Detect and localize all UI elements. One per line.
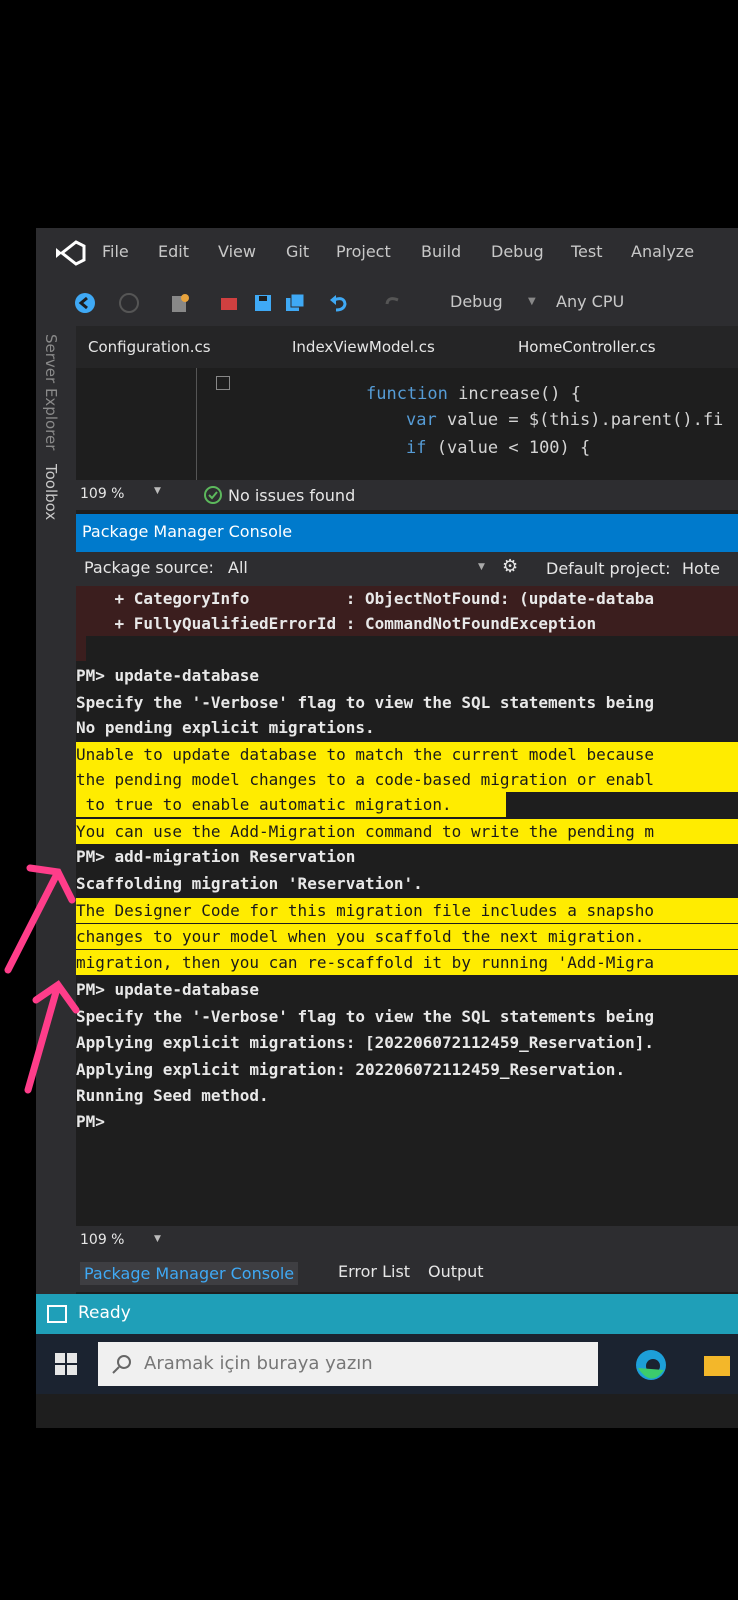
tab-homecontroller-cs[interactable]: HomeController.cs (518, 338, 656, 356)
package-manager-console-titlebar: Package Manager Console (76, 514, 738, 552)
console-warning-line: The Designer Code for this migration fil… (76, 898, 738, 923)
ready-status-icon (47, 1305, 67, 1323)
console-line: PM> update-database (76, 980, 260, 999)
console-warning-line: the pending model changes to a code-base… (76, 767, 738, 792)
menu-debug[interactable]: Debug (491, 242, 544, 261)
tab-indexviewmodel-cs[interactable]: IndexViewModel.cs (292, 338, 435, 356)
collapse-icon[interactable] (216, 376, 230, 390)
toolbar: Debug ▼ Any CPU (36, 280, 738, 326)
redo-icon[interactable] (382, 292, 404, 314)
code-text: (value < 100) { (426, 438, 591, 458)
check-circle-icon (204, 486, 222, 504)
console-warning-line: migration, then you can re-scaffold it b… (76, 950, 738, 975)
code-editor[interactable]: function increase() { var value = $(this… (76, 368, 738, 480)
visual-studio-window: File Edit View Git Project Build Debug T… (36, 228, 738, 1428)
console-warning-line: You can use the Add-Migration command to… (76, 819, 738, 844)
code-line-3: if (value < 100) { (406, 438, 590, 458)
chevron-down-icon: ▼ (154, 486, 161, 496)
console-warning-line: Unable to update database to match the c… (76, 742, 738, 767)
pmc-output[interactable]: + CategoryInfo : ObjectNotFound: (update… (76, 586, 738, 1226)
open-icon[interactable] (218, 292, 240, 314)
console-warning-line: changes to your model when you scaffold … (76, 924, 738, 949)
code-line-1: function increase() { (366, 384, 581, 404)
default-project-label: Default project: (546, 559, 671, 578)
editor-zoom-dropdown[interactable]: 109 % (80, 486, 124, 502)
back-icon[interactable] (74, 292, 96, 314)
pmc-title: Package Manager Console (82, 522, 293, 541)
menu-project[interactable]: Project (336, 242, 391, 261)
solution-configuration-dropdown[interactable]: Debug (450, 292, 503, 311)
console-line: PM> update-database (76, 666, 260, 685)
chevron-down-icon: ▼ (478, 562, 485, 572)
status-text: Ready (78, 1303, 131, 1323)
menu-view[interactable]: View (218, 242, 256, 261)
menu-bar: File Edit View Git Project Build Debug T… (36, 228, 738, 280)
issues-status[interactable]: No issues found (228, 486, 355, 505)
left-tool-strip: Server Explorer Toolbox (36, 326, 76, 1326)
search-icon (112, 1355, 131, 1374)
console-warning-line: to true to enable automatic migration. (76, 792, 506, 817)
pmc-toolbar: Package source: All ▼ ⚙ Default project:… (76, 552, 738, 586)
menu-git[interactable]: Git (286, 242, 309, 261)
console-line: PM> add-migration Reservation (76, 847, 356, 866)
visual-studio-logo-icon (56, 240, 86, 266)
console-line: Running Seed method. (76, 1086, 269, 1105)
console-line: Specify the '-Verbose' flag to view the … (76, 693, 654, 712)
chevron-down-icon: ▼ (154, 1234, 161, 1244)
document-tabs: Configuration.cs IndexViewModel.cs HomeC… (76, 326, 738, 368)
bottom-panel-tabs: Package Manager Console Error List Outpu… (76, 1256, 738, 1292)
console-line: No pending explicit migrations. (76, 718, 375, 737)
editor-margin (196, 368, 216, 480)
windows-start-icon[interactable] (54, 1352, 78, 1376)
console-line (76, 636, 86, 661)
console-line: Specify the '-Verbose' flag to view the … (76, 1007, 654, 1026)
console-prompt[interactable]: PM> (76, 1109, 738, 1134)
package-source-label: Package source: (84, 558, 214, 577)
menu-analyze[interactable]: Analyze (631, 242, 694, 261)
toolbox-tab[interactable]: Toolbox (42, 464, 60, 520)
code-line-2: var value = $(this).parent().fi (406, 410, 723, 430)
chevron-down-icon: ▼ (528, 296, 536, 307)
settings-gear-icon[interactable]: ⚙ (502, 556, 518, 577)
keyword: if (406, 438, 427, 458)
save-icon[interactable] (252, 292, 274, 314)
save-all-icon[interactable] (284, 292, 306, 314)
console-line: Applying explicit migration: 20220607211… (76, 1060, 626, 1079)
menu-file[interactable]: File (102, 242, 129, 261)
tab-configuration-cs[interactable]: Configuration.cs (88, 338, 211, 356)
console-line: + FullyQualifiedErrorId : CommandNotFoun… (76, 611, 738, 636)
menu-edit[interactable]: Edit (158, 242, 189, 261)
tab-error-list[interactable]: Error List (338, 1262, 410, 1281)
code-text: value = $(this).parent().fi (436, 410, 724, 430)
keyword: function (366, 384, 448, 404)
tab-output[interactable]: Output (428, 1262, 484, 1281)
console-line: Applying explicit migrations: [202206072… (76, 1033, 654, 1052)
package-source-dropdown[interactable]: All (228, 558, 248, 577)
code-text: increase() { (447, 384, 581, 404)
pmc-zoom-bar: 109 % ▼ (76, 1226, 738, 1256)
pmc-zoom-dropdown[interactable]: 109 % (80, 1232, 124, 1248)
edge-browser-icon[interactable] (634, 1348, 668, 1382)
file-explorer-icon[interactable] (702, 1348, 732, 1382)
menu-build[interactable]: Build (421, 242, 461, 261)
windows-taskbar: Aramak için buraya yazın (36, 1334, 738, 1394)
taskbar-search-box[interactable]: Aramak için buraya yazın (98, 1342, 598, 1386)
console-line: + CategoryInfo : ObjectNotFound: (update… (76, 586, 738, 611)
forward-icon[interactable] (118, 292, 140, 314)
undo-icon[interactable] (328, 292, 350, 314)
search-placeholder: Aramak için buraya yazın (144, 1353, 373, 1374)
new-project-icon[interactable] (168, 292, 190, 314)
console-line: Scaffolding migration 'Reservation'. (76, 874, 423, 893)
default-project-dropdown[interactable]: Hote (682, 559, 720, 578)
status-bar: Ready (36, 1294, 738, 1334)
editor-status-bar: 109 % ▼ No issues found (76, 480, 738, 510)
tab-package-manager-console[interactable]: Package Manager Console (80, 1262, 299, 1285)
menu-test[interactable]: Test (571, 242, 603, 261)
solution-platform-dropdown[interactable]: Any CPU (556, 292, 624, 311)
keyword: var (406, 410, 437, 430)
server-explorer-tab[interactable]: Server Explorer (42, 334, 60, 450)
